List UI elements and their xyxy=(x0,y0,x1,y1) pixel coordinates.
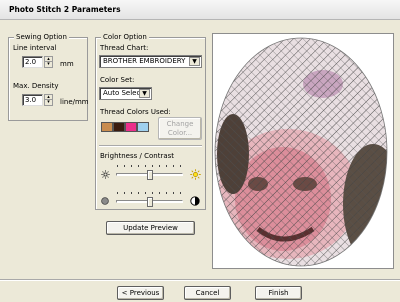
line-interval-label: Line interval xyxy=(13,44,57,52)
color-set-label: Color Set: xyxy=(100,76,135,84)
dropdown-arrow-icon[interactable]: ▼ xyxy=(139,89,150,98)
thread-color-swatch xyxy=(137,122,149,132)
thread-colors-label: Thread Colors Used: xyxy=(100,108,171,116)
change-color-label-1: Change xyxy=(166,120,194,128)
thread-chart-select[interactable]: BROTHER EMBROIDERY ▼ xyxy=(99,55,202,68)
thread-chart-value: BROTHER EMBROIDERY xyxy=(103,57,186,65)
preview-image xyxy=(214,37,388,267)
contrast-slider-thumb[interactable] xyxy=(146,197,153,207)
window-title: Photo Stitch 2 Parameters xyxy=(0,0,400,20)
thread-color-swatch xyxy=(101,122,113,132)
line-interval-spinner[interactable]: ▴ ▾ xyxy=(44,56,53,68)
change-color-button[interactable]: Change Color... xyxy=(158,117,202,140)
max-density-spinner[interactable]: ▴ ▾ xyxy=(44,94,53,106)
brightness-low-icon xyxy=(101,170,110,179)
brightness-high-icon xyxy=(190,169,201,180)
thread-color-swatch xyxy=(125,122,137,132)
change-color-label-2: Color... xyxy=(167,129,193,137)
update-preview-button[interactable]: Update Preview xyxy=(106,221,195,235)
line-interval-input[interactable]: 2.0 xyxy=(22,56,43,68)
brightness-contrast-label: Brightness / Contrast xyxy=(100,152,175,160)
max-density-input[interactable]: 3.0 xyxy=(22,94,43,106)
thread-chart-label: Thread Chart: xyxy=(100,44,149,52)
max-density-unit: line/mm xyxy=(60,98,89,106)
previous-button[interactable]: < Previous xyxy=(117,286,164,300)
spin-down-icon[interactable]: ▾ xyxy=(45,100,52,105)
line-interval-unit: mm xyxy=(60,60,74,68)
finish-button[interactable]: Finish xyxy=(255,286,302,300)
thread-color-swatch xyxy=(113,122,125,132)
color-option-divider xyxy=(99,145,202,147)
color-set-select[interactable]: Auto Select ▼ xyxy=(99,87,152,100)
contrast-ticks xyxy=(117,192,181,195)
sewing-option-title: Sewing Option xyxy=(14,32,69,43)
dropdown-arrow-icon[interactable]: ▼ xyxy=(189,57,200,66)
color-option-title: Color Option xyxy=(101,32,149,43)
color-set-value: Auto Select xyxy=(103,89,144,97)
contrast-high-icon xyxy=(190,196,200,206)
max-density-label: Max. Density xyxy=(13,82,59,90)
brightness-slider-thumb[interactable] xyxy=(146,170,153,180)
preview-panel xyxy=(212,33,394,269)
spin-down-icon[interactable]: ▾ xyxy=(45,62,52,67)
cancel-button[interactable]: Cancel xyxy=(184,286,231,300)
footer-divider xyxy=(0,279,400,281)
brightness-ticks xyxy=(117,165,181,168)
contrast-low-icon xyxy=(101,197,109,205)
